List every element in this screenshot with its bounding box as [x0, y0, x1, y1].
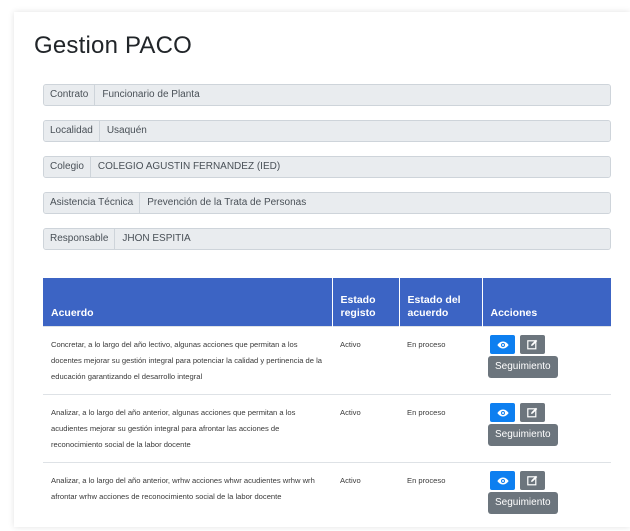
edit-button[interactable] — [520, 471, 545, 490]
localidad-label: Localidad — [44, 121, 100, 141]
main-card: Gestion PACO Contrato Funcionario de Pla… — [14, 12, 630, 531]
contrato-value: Funcionario de Planta — [95, 85, 610, 105]
estado-registro-cell: Activo — [332, 462, 399, 531]
header-acciones: Acciones — [482, 278, 611, 327]
header-acuerdo: Acuerdo — [43, 278, 333, 327]
acciones-cell: Seguimiento — [482, 394, 611, 463]
responsable-field: Responsable JHON ESPITIA — [43, 228, 611, 250]
seguimiento-button[interactable]: Seguimiento — [488, 424, 558, 446]
header-estado-acuerdo: Estado del acuerdo — [399, 278, 483, 327]
estado-acuerdo-cell: En proceso — [399, 462, 482, 531]
contrato-field: Contrato Funcionario de Planta — [43, 84, 611, 106]
estado-acuerdo-cell: En proceso — [399, 394, 482, 463]
edit-icon — [527, 475, 538, 486]
acuerdos-table: Acuerdo Estado registo Estado del acuerdo … — [43, 278, 611, 531]
view-button[interactable] — [490, 471, 515, 490]
table-row: Analizar, a lo largo del año anterior, a… — [43, 394, 611, 463]
acciones-cell: Seguimiento — [482, 326, 611, 395]
seguimiento-button[interactable]: Seguimiento — [488, 356, 558, 378]
contrato-label: Contrato — [44, 85, 96, 105]
asistencia-tecnica-field: Asistencia Técnica Prevención de la Trat… — [43, 192, 611, 214]
eye-icon — [496, 341, 509, 348]
colegio-label: Colegio — [44, 157, 91, 177]
acuerdo-cell: Concretar, a lo largo del año lectivo, a… — [43, 326, 332, 395]
seguimiento-button[interactable]: Seguimiento — [488, 492, 558, 514]
estado-registro-cell: Activo — [332, 326, 399, 395]
responsable-label: Responsable — [44, 229, 116, 249]
edit-button[interactable] — [520, 403, 545, 422]
edit-icon — [527, 339, 538, 350]
estado-acuerdo-cell: En proceso — [399, 326, 482, 395]
acciones-cell: Seguimiento — [482, 462, 611, 531]
edit-icon — [527, 407, 538, 418]
table-row: Analizar, a lo largo del año anterior, w… — [43, 462, 611, 531]
eye-icon — [496, 409, 509, 416]
localidad-value: Usaquén — [99, 121, 610, 141]
acuerdo-cell: Analizar, a lo largo del año anterior, w… — [43, 462, 332, 531]
asistencia-tecnica-value: Prevención de la Trata de Personas — [140, 193, 610, 213]
colegio-field: Colegio COLEGIO AGUSTIN FERNANDEZ (IED) — [43, 156, 611, 178]
localidad-field: Localidad Usaquén — [43, 120, 611, 142]
estado-registro-cell: Activo — [332, 394, 399, 463]
eye-icon — [496, 477, 509, 484]
table-header-row: Acuerdo Estado registo Estado del acuerdo … — [43, 278, 611, 327]
table-row: Concretar, a lo largo del año lectivo, a… — [43, 326, 611, 395]
responsable-value: JHON ESPITIA — [115, 229, 610, 249]
acuerdo-cell: Analizar, a lo largo del año anterior, a… — [43, 394, 332, 463]
view-button[interactable] — [490, 403, 515, 422]
page-title: Gestion PACO — [34, 32, 193, 59]
asistencia-tecnica-label: Asistencia Técnica — [44, 193, 141, 213]
colegio-value: COLEGIO AGUSTIN FERNANDEZ (IED) — [90, 157, 610, 177]
header-estado-registro: Estado registo — [332, 278, 400, 327]
edit-button[interactable] — [520, 335, 545, 354]
view-button[interactable] — [490, 335, 515, 354]
